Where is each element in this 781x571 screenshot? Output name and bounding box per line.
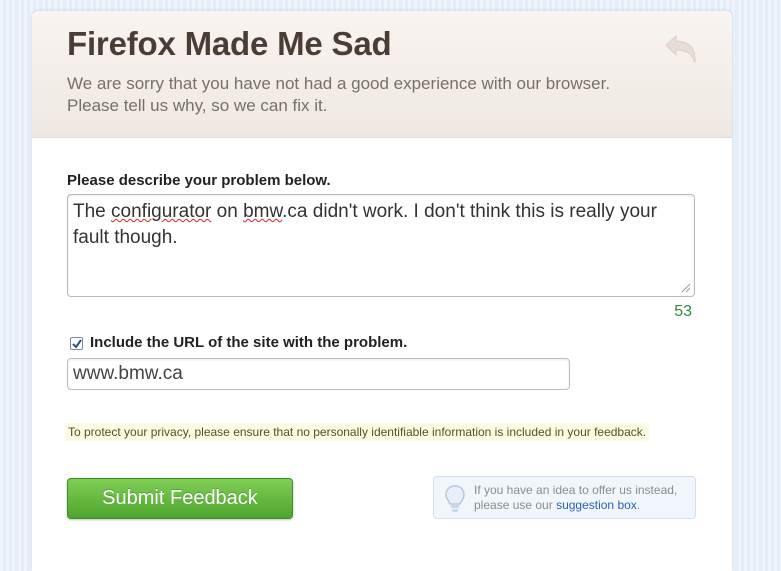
url-input[interactable]: www.bmw.ca <box>67 358 570 390</box>
suggestion-line-2: please use our <box>474 498 557 512</box>
subtitle-line-2: Please tell us why, so we can fix it. <box>67 96 328 115</box>
suggestion-line-2-end: . <box>636 498 641 512</box>
undo-arrow-icon[interactable] <box>660 33 700 67</box>
privacy-notice: To protect your privacy, please ensure t… <box>65 423 650 441</box>
subtitle-line-1: We are sorry that you have not had a goo… <box>67 74 611 93</box>
misspelled-word: configurator <box>111 201 212 222</box>
suggestion-box-link[interactable]: suggestion box <box>556 498 637 512</box>
problem-text-part: on <box>211 201 244 222</box>
suggestion-line-1: If you have an idea to offer us instead, <box>474 483 678 497</box>
feedback-card: Firefox Made Me Sad We are sorry that yo… <box>32 11 732 571</box>
include-url-label[interactable]: Include the URL of the site with the pro… <box>90 334 407 351</box>
header: Firefox Made Me Sad We are sorry that yo… <box>32 11 732 138</box>
misspelled-word: bmw <box>243 201 283 222</box>
suggestion-box-notice: If you have an idea to offer us instead,… <box>433 476 696 519</box>
page-subtitle: We are sorry that you have not had a goo… <box>67 73 667 117</box>
checkmark-icon <box>72 339 82 349</box>
character-counter: 53 <box>674 303 692 320</box>
lightbulb-icon <box>445 485 465 512</box>
resize-grip-icon[interactable] <box>681 283 691 293</box>
problem-textarea[interactable]: The configurator on bmw.ca didn't work. … <box>67 194 695 297</box>
suggestion-text: If you have an idea to offer us instead,… <box>474 483 696 513</box>
problem-label: Please describe your problem below. <box>67 172 331 189</box>
page-title: Firefox Made Me Sad <box>67 25 392 62</box>
include-url-checkbox[interactable] <box>70 337 83 350</box>
submit-feedback-button[interactable]: Submit Feedback <box>67 478 293 519</box>
problem-text-part: The <box>73 201 112 222</box>
